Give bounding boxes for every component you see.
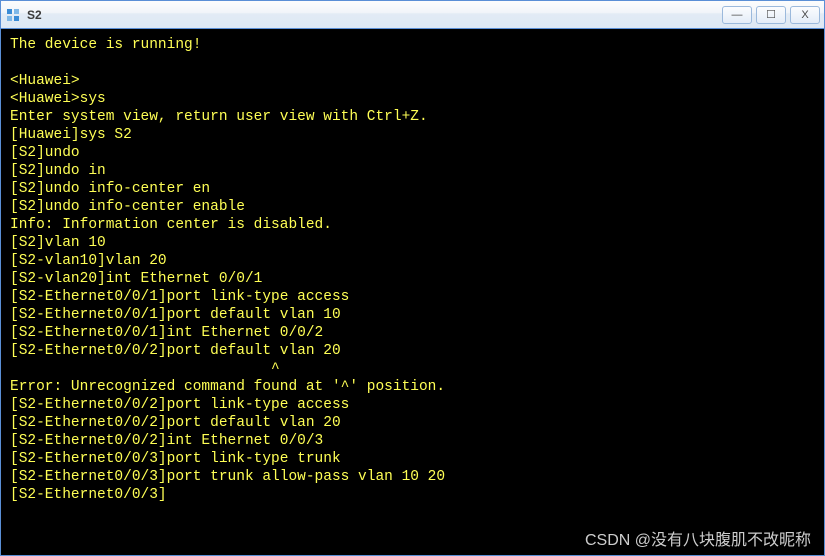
terminal-line bbox=[10, 54, 815, 72]
terminal-line: [S2]undo in bbox=[10, 162, 815, 180]
titlebar[interactable]: S2 — ☐ X bbox=[1, 1, 824, 29]
terminal-line: [S2]undo info-center en bbox=[10, 180, 815, 198]
terminal-line: [S2]undo info-center enable bbox=[10, 198, 815, 216]
terminal-line: [S2]undo bbox=[10, 144, 815, 162]
terminal-line: [S2-Ethernet0/0/2]port default vlan 20 bbox=[10, 342, 815, 360]
maximize-icon: ☐ bbox=[766, 8, 776, 21]
terminal-line: [S2-Ethernet0/0/2]int Ethernet 0/0/3 bbox=[10, 432, 815, 450]
terminal-line: [S2-Ethernet0/0/3]port link-type trunk bbox=[10, 450, 815, 468]
terminal-line: Info: Information center is disabled. bbox=[10, 216, 815, 234]
terminal-line: The device is running! bbox=[10, 36, 815, 54]
terminal-line: ^ bbox=[10, 360, 815, 378]
window-title: S2 bbox=[27, 8, 722, 22]
terminal-line: [S2-Ethernet0/0/2]port default vlan 20 bbox=[10, 414, 815, 432]
window-controls: — ☐ X bbox=[722, 6, 820, 24]
terminal-line: Enter system view, return user view with… bbox=[10, 108, 815, 126]
close-icon: X bbox=[801, 9, 808, 21]
terminal-line: [S2-Ethernet0/0/1]port default vlan 10 bbox=[10, 306, 815, 324]
terminal-line: [S2]vlan 10 bbox=[10, 234, 815, 252]
terminal-line: [S2-vlan20]int Ethernet 0/0/1 bbox=[10, 270, 815, 288]
minimize-button[interactable]: — bbox=[722, 6, 752, 24]
terminal-output[interactable]: The device is running! <Huawei><Huawei>s… bbox=[1, 29, 824, 555]
terminal-line: [S2-Ethernet0/0/3]port trunk allow-pass … bbox=[10, 468, 815, 486]
terminal-line: [S2-vlan10]vlan 20 bbox=[10, 252, 815, 270]
terminal-line: [Huawei]sys S2 bbox=[10, 126, 815, 144]
terminal-line: [S2-Ethernet0/0/2]port link-type access bbox=[10, 396, 815, 414]
terminal-line: [S2-Ethernet0/0/1]port link-type access bbox=[10, 288, 815, 306]
app-window: S2 — ☐ X The device is running! <Huawei>… bbox=[0, 0, 825, 556]
terminal-line: [S2-Ethernet0/0/1]int Ethernet 0/0/2 bbox=[10, 324, 815, 342]
terminal-line: <Huawei> bbox=[10, 72, 815, 90]
terminal-line: <Huawei>sys bbox=[10, 90, 815, 108]
terminal-line: [S2-Ethernet0/0/3] bbox=[10, 486, 815, 504]
app-icon bbox=[5, 7, 21, 23]
terminal-line: Error: Unrecognized command found at '^'… bbox=[10, 378, 815, 396]
close-button[interactable]: X bbox=[790, 6, 820, 24]
minimize-icon: — bbox=[732, 9, 743, 21]
maximize-button[interactable]: ☐ bbox=[756, 6, 786, 24]
